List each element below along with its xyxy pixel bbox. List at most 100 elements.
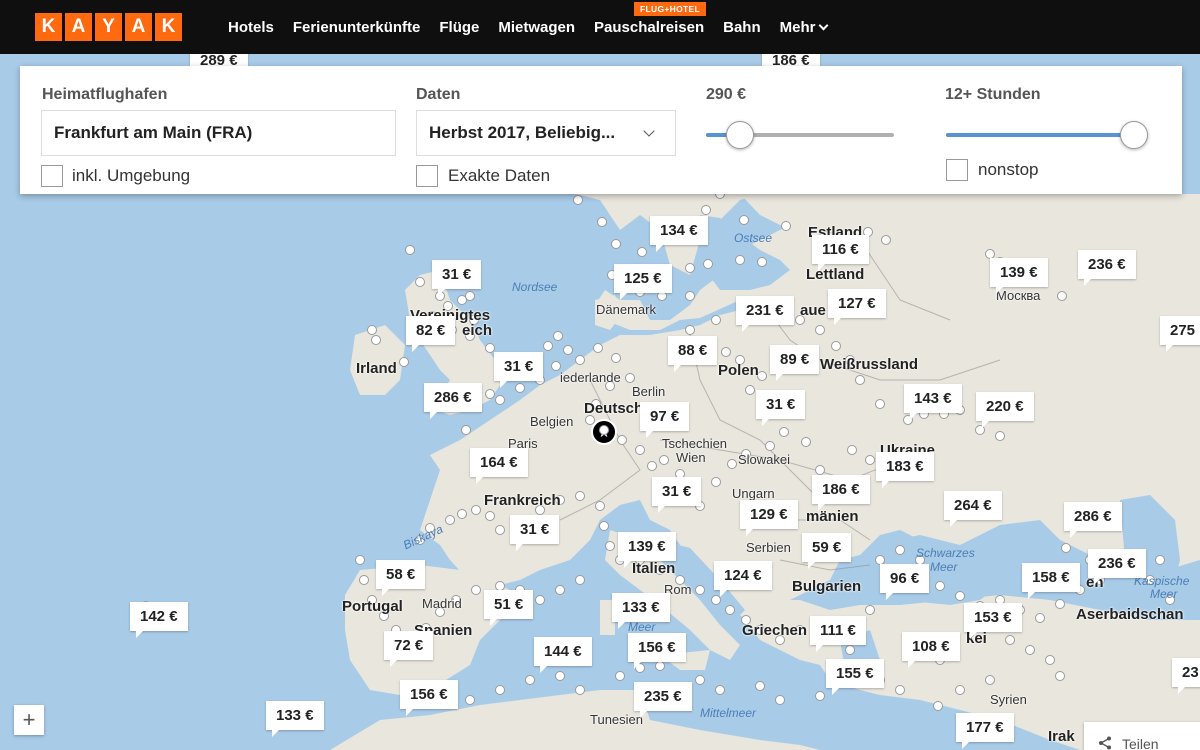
destination-dot[interactable] [815, 325, 825, 335]
destination-dot[interactable] [555, 585, 565, 595]
price-tag[interactable]: 116 € [812, 235, 869, 271]
destination-dot[interactable] [955, 685, 965, 695]
destination-dot[interactable] [465, 291, 475, 301]
destination-dot[interactable] [1155, 555, 1165, 565]
max-price-slider[interactable] [706, 121, 894, 149]
destination-dot[interactable] [881, 235, 891, 245]
nonstop-checkbox[interactable] [946, 159, 968, 181]
price-tag[interactable]: 236 € [1088, 549, 1146, 585]
destination-dot[interactable] [1005, 635, 1015, 645]
destination-dot[interactable] [593, 343, 603, 353]
destination-dot[interactable] [745, 385, 755, 395]
destination-dot[interactable] [779, 427, 789, 437]
destination-dot[interactable] [725, 605, 735, 615]
destination-dot[interactable] [525, 675, 535, 685]
destination-dot[interactable] [553, 331, 563, 341]
destination-dot[interactable] [495, 685, 505, 695]
destination-dot[interactable] [955, 591, 965, 601]
price-tag[interactable]: 58 € [376, 560, 426, 596]
destination-dot[interactable] [595, 501, 605, 511]
kayak-logo[interactable]: K A Y A K [35, 13, 182, 41]
destination-dot[interactable] [599, 425, 609, 435]
share-button[interactable]: Teilen [1084, 722, 1200, 750]
destination-dot[interactable] [359, 575, 369, 585]
nav-mehr[interactable]: Mehr [780, 19, 829, 36]
destination-dot[interactable] [855, 375, 865, 385]
destination-dot[interactable] [461, 425, 471, 435]
price-tag[interactable]: 129 € [740, 500, 798, 536]
duration-slider[interactable] [946, 121, 1148, 149]
destination-dot[interactable] [765, 441, 775, 451]
destination-dot[interactable] [355, 555, 365, 565]
price-tag[interactable]: 108 € [902, 632, 960, 668]
price-tag[interactable]: 97 € [640, 402, 690, 438]
destination-dot[interactable] [801, 437, 811, 447]
price-tag[interactable]: 31 € [432, 260, 482, 296]
destination-dot[interactable] [605, 541, 615, 551]
destination-dot[interactable] [721, 347, 731, 357]
price-tag[interactable]: 158 € [1022, 563, 1080, 599]
price-tag[interactable]: 31 € [510, 515, 560, 551]
nav-bahn[interactable]: Bahn [723, 19, 761, 36]
duration-thumb[interactable] [1120, 121, 1148, 149]
destination-dot[interactable] [711, 315, 721, 325]
destination-dot[interactable] [757, 257, 767, 267]
price-tag[interactable]: 82 € [406, 316, 456, 352]
destination-dot[interactable] [415, 277, 425, 287]
price-tag[interactable]: 133 € [612, 593, 670, 629]
destination-dot[interactable] [465, 695, 475, 705]
destination-dot[interactable] [775, 695, 785, 705]
destination-dot[interactable] [655, 661, 665, 671]
zoom-in-button[interactable]: + [14, 705, 44, 735]
destination-dot[interactable] [659, 455, 669, 465]
price-tag[interactable]: 164 € [470, 448, 528, 484]
destination-dot[interactable] [995, 431, 1005, 441]
price-tag[interactable]: 96 € [880, 564, 930, 600]
destination-dot[interactable] [515, 383, 525, 393]
destination-dot[interactable] [695, 675, 705, 685]
nav-fluege[interactable]: Flüge [439, 19, 479, 36]
price-tag[interactable]: 235 € [634, 682, 692, 718]
destination-dot[interactable] [495, 395, 505, 405]
destination-dot[interactable] [445, 515, 455, 525]
destination-dot[interactable] [495, 525, 505, 535]
price-tag[interactable]: 264 € [944, 491, 1002, 527]
destination-dot[interactable] [815, 691, 825, 701]
price-tag[interactable]: 153 € [964, 603, 1022, 639]
origin-airport-field[interactable]: Frankfurt am Main (FRA) [41, 110, 396, 156]
price-tag[interactable]: 286 € [424, 383, 482, 419]
destination-dot[interactable] [555, 671, 565, 681]
destination-dot[interactable] [685, 325, 695, 335]
destination-dot[interactable] [399, 357, 409, 367]
destination-dot[interactable] [735, 255, 745, 265]
destination-dot[interactable] [865, 605, 875, 615]
destination-dot[interactable] [611, 239, 621, 249]
price-tag[interactable]: 59 € [802, 533, 852, 569]
destination-dot[interactable] [685, 291, 695, 301]
price-tag[interactable]: 124 € [714, 561, 772, 597]
nav-mietwagen[interactable]: Mietwagen [498, 19, 575, 36]
price-tag[interactable]: 134 € [650, 216, 708, 252]
destination-dot[interactable] [647, 461, 657, 471]
destination-dot[interactable] [695, 585, 705, 595]
price-tag[interactable]: 89 € [770, 345, 820, 381]
destination-dot[interactable] [933, 701, 943, 711]
price-tag[interactable]: 31 € [756, 390, 806, 426]
price-tag[interactable]: 177 € [956, 713, 1014, 749]
destination-dot[interactable] [865, 455, 875, 465]
destination-dot[interactable] [371, 335, 381, 345]
destination-dot[interactable] [685, 263, 695, 273]
nav-pauschalreisen[interactable]: Pauschalreisen FLUG+HOTEL [594, 1, 706, 36]
destination-dot[interactable] [367, 325, 377, 335]
price-tag[interactable]: 133 € [266, 701, 324, 737]
destination-dot[interactable] [617, 435, 627, 445]
max-price-thumb[interactable] [725, 121, 754, 149]
price-tag[interactable]: 186 € [812, 475, 870, 511]
destination-dot[interactable] [815, 465, 825, 475]
nav-hotels[interactable]: Hotels [228, 19, 274, 36]
price-tag[interactable]: 51 € [484, 590, 534, 626]
destination-dot[interactable] [615, 671, 625, 681]
destination-dot[interactable] [575, 491, 585, 501]
destination-dot[interactable] [535, 595, 545, 605]
destination-dot[interactable] [895, 545, 905, 555]
